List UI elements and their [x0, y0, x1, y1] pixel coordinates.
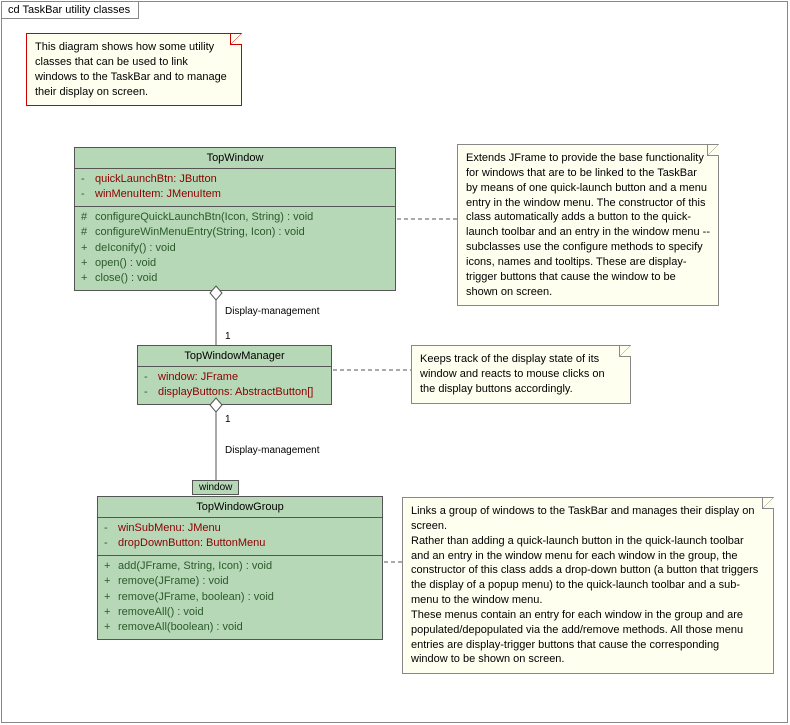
role-window: window [192, 480, 239, 495]
op-row: +remove(JFrame) : void [104, 574, 376, 589]
note-topwindow-text: Extends JFrame to provide the base funct… [466, 152, 710, 298]
note-corner-icon [707, 144, 719, 156]
class-topwindowgroup: TopWindowGroup -winSubMenu: JMenu -dropD… [97, 496, 383, 640]
note-topwindowmanager: Keeps track of the display state of its … [411, 345, 631, 404]
assoc-label-2: Display-management [225, 445, 320, 456]
assoc-mult-2: 1 [225, 414, 231, 425]
class-topwindow: TopWindow -quickLaunchBtn: JButton -winM… [74, 147, 396, 291]
attr-row: -winMenuItem: JMenuItem [81, 187, 389, 202]
op-row: +close() : void [81, 271, 389, 286]
op-row: +removeAll() : void [104, 605, 376, 620]
class-topwindow-ops: #configureQuickLaunchBtn(Icon, String) :… [75, 207, 395, 290]
op-row: #configureQuickLaunchBtn(Icon, String) :… [81, 210, 389, 225]
attr-row: -dropDownButton: ButtonMenu [104, 536, 376, 551]
class-topwindowgroup-ops: +add(JFrame, String, Icon) : void +remov… [98, 556, 382, 639]
note-corner-icon [762, 497, 774, 509]
class-topwindow-title: TopWindow [75, 148, 395, 169]
op-row: +open() : void [81, 256, 389, 271]
attr-row: -winSubMenu: JMenu [104, 521, 376, 536]
op-row: +add(JFrame, String, Icon) : void [104, 559, 376, 574]
class-topwindowmanager-title: TopWindowManager [138, 346, 331, 367]
note-corner-icon [230, 33, 242, 45]
class-topwindowmanager-attrs: -window: JFrame -displayButtons: Abstrac… [138, 367, 331, 404]
note-intro: This diagram shows how some utility clas… [26, 33, 242, 106]
op-row: #configureWinMenuEntry(String, Icon) : v… [81, 225, 389, 240]
class-topwindow-attrs: -quickLaunchBtn: JButton -winMenuItem: J… [75, 169, 395, 207]
note-topwindowmanager-text: Keeps track of the display state of its … [420, 353, 605, 395]
op-row: +remove(JFrame, boolean) : void [104, 590, 376, 605]
note-topwindow: Extends JFrame to provide the base funct… [457, 144, 719, 306]
attr-row: -window: JFrame [144, 370, 325, 385]
class-topwindowgroup-title: TopWindowGroup [98, 497, 382, 518]
diagram-title: cd TaskBar utility classes [1, 1, 139, 19]
assoc-label-1: Display-management [225, 306, 320, 317]
op-row: +deIconify() : void [81, 241, 389, 256]
attr-row: -quickLaunchBtn: JButton [81, 172, 389, 187]
note-intro-text: This diagram shows how some utility clas… [35, 41, 227, 98]
note-topwindowgroup: Links a group of windows to the TaskBar … [402, 497, 774, 674]
class-topwindowgroup-attrs: -winSubMenu: JMenu -dropDownButton: Butt… [98, 518, 382, 556]
attr-row: -displayButtons: AbstractButton[] [144, 385, 325, 400]
assoc-mult-1: 1 [225, 331, 231, 342]
op-row: +removeAll(boolean) : void [104, 620, 376, 635]
note-topwindowgroup-text: Links a group of windows to the TaskBar … [411, 505, 758, 665]
note-corner-icon [619, 345, 631, 357]
class-topwindowmanager: TopWindowManager -window: JFrame -displa… [137, 345, 332, 405]
